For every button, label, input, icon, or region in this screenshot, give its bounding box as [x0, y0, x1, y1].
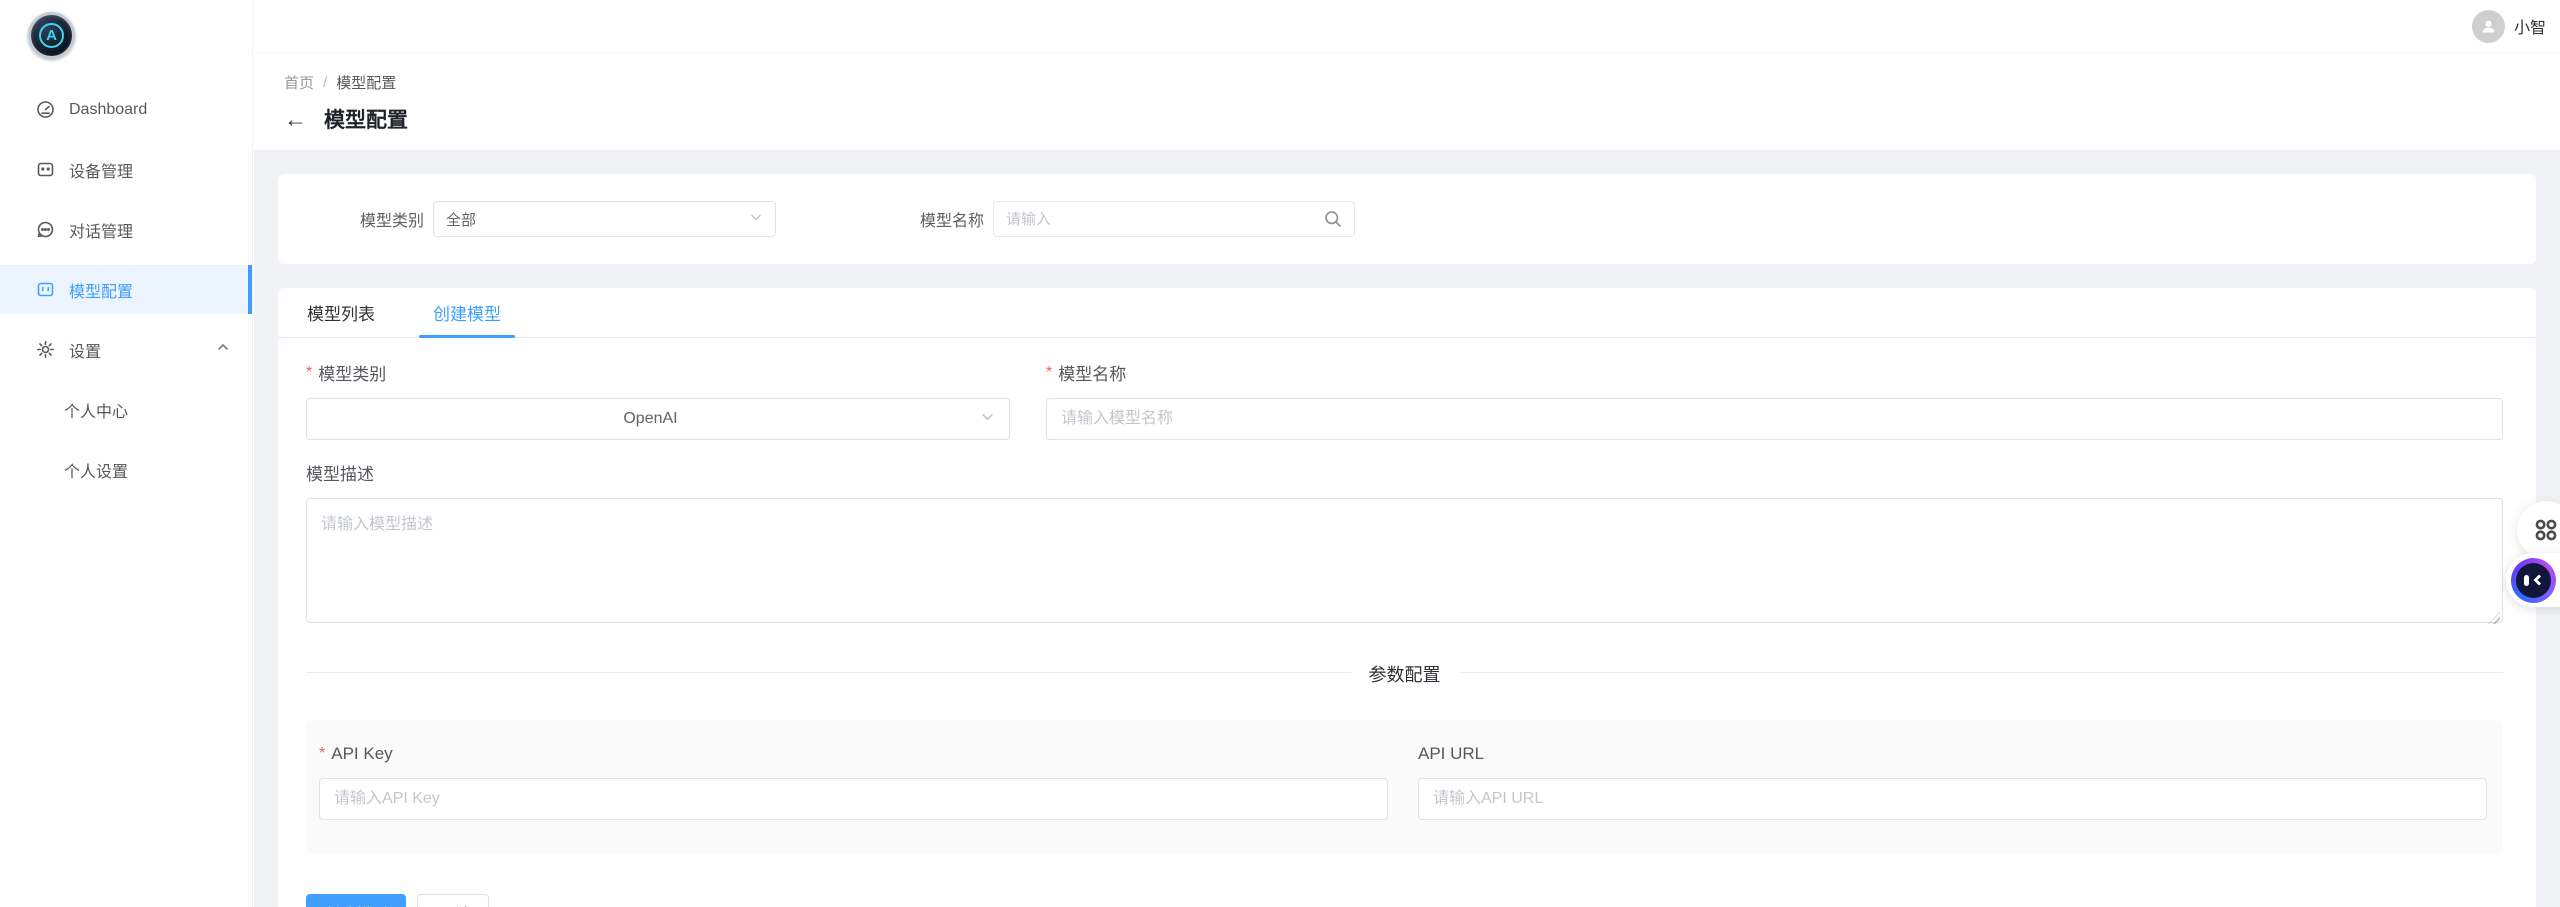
robot-icon: [2511, 558, 2556, 603]
model-category-label: * 模型类别: [306, 360, 1010, 385]
tab-bar: 模型列表 创建模型: [278, 288, 2536, 338]
breadcrumb-home[interactable]: 首页: [284, 72, 314, 93]
chat-bubble-icon: [36, 220, 55, 239]
user-menu[interactable]: 小智: [2472, 10, 2546, 43]
params-divider-title: 参数配置: [1351, 661, 1459, 687]
filter-card: 模型类别 全部 模型名称: [278, 174, 2536, 264]
label-text: 模型类别: [318, 360, 386, 385]
sidebar-item-settings[interactable]: 设置: [0, 325, 252, 374]
filter-name-input[interactable]: [993, 201, 1355, 237]
sidebar-item-label: 设备管理: [69, 158, 133, 182]
filter-name-field: [993, 201, 1355, 237]
model-description-label: 模型描述: [306, 460, 2503, 485]
required-mark: *: [319, 745, 325, 763]
sidebar-item-label: 设置: [69, 338, 101, 362]
filter-category-select[interactable]: 全部: [433, 201, 776, 237]
label-text: API URL: [1418, 744, 1484, 764]
breadcrumb-separator: /: [323, 74, 327, 91]
chevron-up-icon: [216, 340, 230, 359]
sidebar-item-label: 个人中心: [64, 398, 128, 422]
model-name-label: * 模型名称: [1046, 360, 2503, 385]
breadcrumb: 首页 / 模型配置: [284, 72, 2560, 93]
tab-model-list[interactable]: 模型列表: [293, 288, 389, 337]
dashboard-icon: [36, 100, 55, 119]
label-text: API Key: [331, 744, 392, 764]
filter-name-label: 模型名称: [908, 207, 984, 231]
app-window: A Dashboard 设备管理 对话管理: [0, 0, 2560, 907]
content-area: 模型类别 全部 模型名称 模型列表 创建模: [254, 150, 2560, 907]
page-header: 首页 / 模型配置 ← 模型配置: [254, 54, 2560, 150]
device-icon: [36, 160, 55, 179]
required-mark: *: [1046, 364, 1052, 382]
app-logo: A: [28, 12, 75, 59]
filter-category-label: 模型类别: [334, 207, 424, 231]
create-model-form: * 模型类别 OpenAI * 模型名称: [278, 338, 2536, 907]
cancel-button[interactable]: 取 消: [417, 894, 489, 907]
tab-label: 创建模型: [433, 300, 501, 325]
form-actions: 创建模型 取 消: [306, 894, 2503, 907]
required-mark: *: [306, 364, 312, 382]
api-url-label: API URL: [1418, 744, 2487, 764]
model-description-textarea[interactable]: [306, 498, 2503, 623]
sidebar-item-label: 对话管理: [69, 218, 133, 242]
grid-icon: [2533, 517, 2559, 543]
model-config-card: 模型列表 创建模型 * 模型类别 OpenAI: [278, 288, 2536, 907]
sidebar-item-conversations[interactable]: 对话管理: [0, 205, 252, 254]
gear-icon: [36, 340, 55, 359]
top-header: 小智: [254, 0, 2560, 53]
chevron-down-icon: [980, 409, 995, 429]
user-avatar-icon: [2472, 10, 2505, 43]
model-icon: [36, 280, 55, 299]
sidebar-item-profile-center[interactable]: 个人中心: [0, 385, 252, 434]
tab-label: 模型列表: [307, 300, 375, 325]
sidebar-item-dashboard[interactable]: Dashboard: [0, 85, 252, 134]
label-text: 模型名称: [1058, 360, 1126, 385]
sidebar-menu: Dashboard 设备管理 对话管理 模型配置: [0, 85, 252, 505]
user-name: 小智: [2514, 14, 2546, 38]
filter-category-value: 全部: [446, 209, 749, 230]
breadcrumb-current: 模型配置: [336, 72, 396, 93]
label-text: 模型描述: [306, 460, 374, 485]
model-name-input[interactable]: [1046, 398, 2503, 440]
ai-assistant-button[interactable]: [2506, 553, 2560, 607]
params-divider: 参数配置: [306, 661, 2503, 683]
search-icon[interactable]: [1323, 209, 1343, 229]
sidebar-item-profile-settings[interactable]: 个人设置: [0, 445, 252, 494]
api-key-label: * API Key: [319, 744, 1388, 764]
chevron-down-icon: [749, 210, 763, 229]
create-model-button[interactable]: 创建模型: [306, 894, 406, 907]
params-panel: * API Key API URL: [306, 720, 2503, 853]
model-description-field: [306, 498, 2503, 628]
sidebar: A Dashboard 设备管理 对话管理: [0, 0, 253, 907]
sidebar-item-label: Dashboard: [69, 101, 147, 119]
model-category-select[interactable]: OpenAI: [306, 398, 1010, 440]
model-category-value: OpenAI: [321, 410, 980, 428]
back-icon[interactable]: ←: [284, 108, 307, 131]
sidebar-item-model-config[interactable]: 模型配置: [0, 265, 252, 314]
api-url-input[interactable]: [1418, 778, 2487, 820]
logo-letter: A: [39, 23, 64, 48]
sidebar-item-devices[interactable]: 设备管理: [0, 145, 252, 194]
page-title: 模型配置: [324, 104, 408, 134]
tab-create-model[interactable]: 创建模型: [419, 288, 515, 337]
sidebar-item-label: 个人设置: [64, 458, 128, 482]
api-key-input[interactable]: [319, 778, 1388, 820]
sidebar-item-label: 模型配置: [69, 278, 133, 302]
